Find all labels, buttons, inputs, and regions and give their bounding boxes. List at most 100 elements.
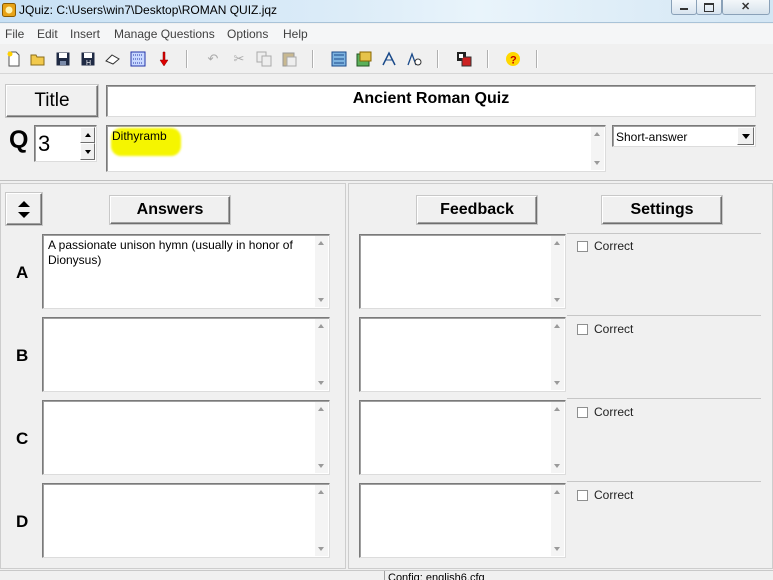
row-label-d: D — [16, 512, 29, 531]
row-label-a: A — [16, 263, 29, 282]
minimize-button[interactable] — [671, 0, 697, 15]
feedback-field-d[interactable] — [359, 483, 566, 558]
save-icon[interactable] — [55, 51, 71, 67]
answer-field-a[interactable]: A passionate unison hymn (usually in hon… — [42, 234, 330, 309]
feedback-scrollbar-a[interactable] — [551, 236, 564, 307]
menu-file[interactable]: File — [5, 27, 24, 41]
feedback-field-c[interactable] — [359, 400, 566, 475]
answer-text-b — [43, 318, 329, 321]
web-page-icon[interactable] — [356, 51, 372, 67]
menu-manage-questions[interactable]: Manage Questions — [114, 27, 215, 41]
correct-checkbox-b[interactable] — [577, 324, 588, 335]
close-button[interactable]: ✕ — [722, 0, 770, 15]
feedback-header-label: Feedback — [440, 201, 514, 218]
cut-icon[interactable]: ✂ — [231, 51, 247, 67]
settings-divider — [567, 315, 761, 316]
feedback-text-d — [360, 484, 565, 487]
toolbar-separator — [437, 50, 439, 68]
reorder-answers-button[interactable] — [6, 193, 42, 225]
correct-label-c: Correct — [594, 405, 634, 419]
jquiz-app-icon[interactable] — [2, 3, 16, 17]
correct-label-d: Correct — [594, 488, 634, 502]
question-text-field[interactable]: Dithyramb — [106, 125, 606, 172]
answers-header-button[interactable]: Answers — [110, 196, 230, 224]
answer-text-c — [43, 401, 329, 404]
find-icon[interactable] — [406, 51, 422, 67]
toolbar: H ↶ ✂ ? — [0, 45, 773, 74]
row-label-b: B — [16, 346, 29, 365]
undo-icon[interactable]: ↶ — [205, 51, 221, 67]
answer-scrollbar-d[interactable] — [315, 485, 328, 556]
save-as-icon[interactable]: H — [80, 51, 96, 67]
question-prefix-label: Q — [9, 126, 29, 154]
correct-label-b: Correct — [594, 322, 634, 336]
question-number-spinner[interactable]: 3 — [34, 125, 97, 162]
answer-scrollbar-a[interactable] — [315, 236, 328, 307]
menu-help[interactable]: Help — [283, 27, 308, 41]
section-divider — [0, 180, 773, 181]
minimize-icon — [680, 8, 688, 10]
answer-scrollbar-c[interactable] — [315, 402, 328, 473]
settings-header-label: Settings — [630, 201, 694, 218]
settings-header-button[interactable]: Settings — [602, 196, 722, 224]
title-button[interactable]: Title — [6, 85, 98, 117]
answers-header-label: Answers — [136, 201, 204, 218]
arrow-down-icon — [18, 211, 30, 218]
feedback-scrollbar-d[interactable] — [551, 485, 564, 556]
spinner-down-button[interactable] — [80, 143, 95, 160]
answer-field-b[interactable] — [42, 317, 330, 392]
help-icon[interactable]: ? — [505, 51, 521, 67]
quiz-title-text: Ancient Roman Quiz — [352, 90, 510, 107]
settings-divider — [567, 481, 761, 482]
settings-divider — [567, 398, 761, 399]
export-icon[interactable] — [381, 51, 397, 67]
correct-label-a: Correct — [594, 239, 634, 253]
menu-options[interactable]: Options — [227, 27, 268, 41]
chevron-down-icon — [741, 133, 750, 139]
menu-edit[interactable]: Edit — [37, 27, 58, 41]
answer-field-d[interactable] — [42, 483, 330, 558]
correct-checkbox-a[interactable] — [577, 241, 588, 252]
settings-divider — [567, 233, 761, 234]
arrow-up-icon — [84, 133, 91, 137]
correct-checkbox-d[interactable] — [577, 490, 588, 501]
row-label-c: C — [16, 429, 29, 448]
new-file-icon[interactable] — [6, 51, 22, 67]
answer-scrollbar-b[interactable] — [315, 319, 328, 390]
menu-bar: File Edit Insert Manage Questions Option… — [0, 24, 773, 44]
feedback-text-c — [360, 401, 565, 404]
paste-icon[interactable] — [281, 51, 297, 67]
toolbar-separator — [312, 50, 314, 68]
question-scrollbar[interactable] — [591, 127, 604, 170]
title-button-label: Title — [34, 90, 70, 111]
configure-icon[interactable] — [331, 51, 347, 67]
menu-insert[interactable]: Insert — [70, 27, 100, 41]
multimedia-icon[interactable] — [456, 51, 472, 67]
eraser-icon[interactable] — [105, 51, 121, 67]
correct-checkbox-c[interactable] — [577, 407, 588, 418]
question-type-select[interactable]: Short-answer — [612, 125, 756, 147]
dropdown-button[interactable] — [737, 127, 754, 145]
question-type-value: Short-answer — [616, 130, 688, 144]
arrow-up-icon — [18, 200, 30, 207]
spinner-up-button[interactable] — [80, 127, 95, 143]
maximize-button[interactable] — [696, 0, 722, 15]
toolbar-separator — [536, 50, 538, 68]
feedback-scrollbar-c[interactable] — [551, 402, 564, 473]
copy-icon[interactable] — [256, 51, 272, 67]
feedback-text-b — [360, 318, 565, 321]
svg-text:?: ? — [510, 55, 517, 67]
add-question-icon[interactable] — [130, 51, 146, 67]
arrow-down-red-icon[interactable] — [156, 51, 172, 67]
window-title: JQuiz: C:\Users\win7\Desktop\ROMAN QUIZ.… — [19, 3, 278, 17]
open-folder-icon[interactable] — [30, 51, 46, 67]
feedback-header-button[interactable]: Feedback — [417, 196, 537, 224]
quiz-title-field[interactable]: Ancient Roman Quiz — [106, 85, 756, 117]
feedback-field-b[interactable] — [359, 317, 566, 392]
feedback-text-a — [360, 235, 565, 238]
feedback-scrollbar-b[interactable] — [551, 319, 564, 390]
answer-text-d — [43, 484, 329, 487]
answer-field-c[interactable] — [42, 400, 330, 475]
feedback-field-a[interactable] — [359, 234, 566, 309]
svg-text:H: H — [86, 60, 91, 66]
